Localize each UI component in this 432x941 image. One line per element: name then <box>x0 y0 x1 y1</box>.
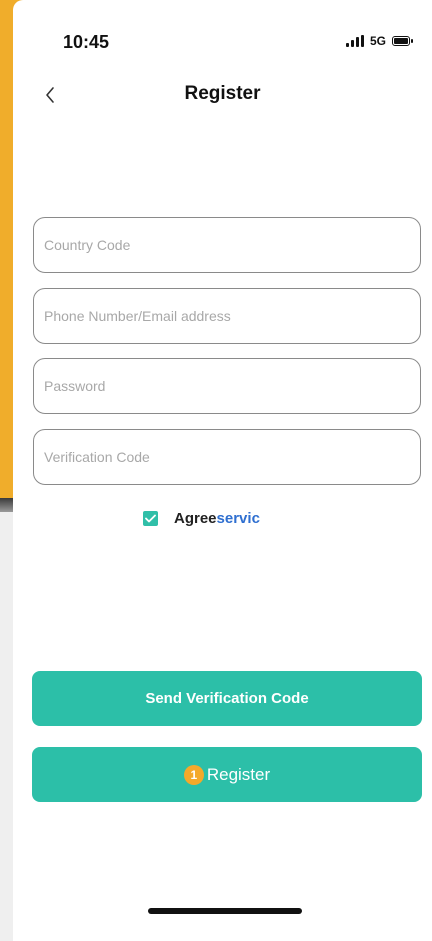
agree-label: Agree <box>174 510 217 527</box>
page-title: Register <box>184 83 261 104</box>
step-badge: 1 <box>183 764 204 785</box>
country-code-field[interactable] <box>33 217 421 273</box>
verification-code-field[interactable] <box>33 429 421 485</box>
send-verification-code-button[interactable]: Send Verification Code <box>32 671 422 726</box>
register-label: Register <box>206 764 271 784</box>
phone-screen: 10:45 5G Register Country Code Phone Num… <box>13 0 432 941</box>
status-bar: 10:45 5G <box>13 0 432 60</box>
home-indicator <box>148 908 302 914</box>
phone-email-field[interactable] <box>33 288 421 344</box>
service-terms-link[interactable]: servic <box>217 510 260 527</box>
country-code-input[interactable] <box>34 218 420 272</box>
status-icons: 5G <box>345 34 413 48</box>
send-verification-code-label: Send Verification Code <box>145 690 309 707</box>
battery-icon <box>392 36 413 46</box>
agree-checkbox[interactable] <box>143 511 158 526</box>
network-type: 5G <box>369 34 386 48</box>
password-field[interactable] <box>33 358 421 414</box>
register-button[interactable]: 1 Register <box>32 747 422 802</box>
checkmark-icon <box>145 514 156 523</box>
password-input[interactable] <box>34 359 420 413</box>
signal-icon <box>345 35 364 47</box>
phone-email-input[interactable] <box>34 289 420 343</box>
navigation-bar: Register <box>13 72 432 116</box>
verification-code-input[interactable] <box>34 430 420 484</box>
agreement-row: Agree servic <box>143 510 260 527</box>
status-time: 10:45 <box>63 32 110 52</box>
